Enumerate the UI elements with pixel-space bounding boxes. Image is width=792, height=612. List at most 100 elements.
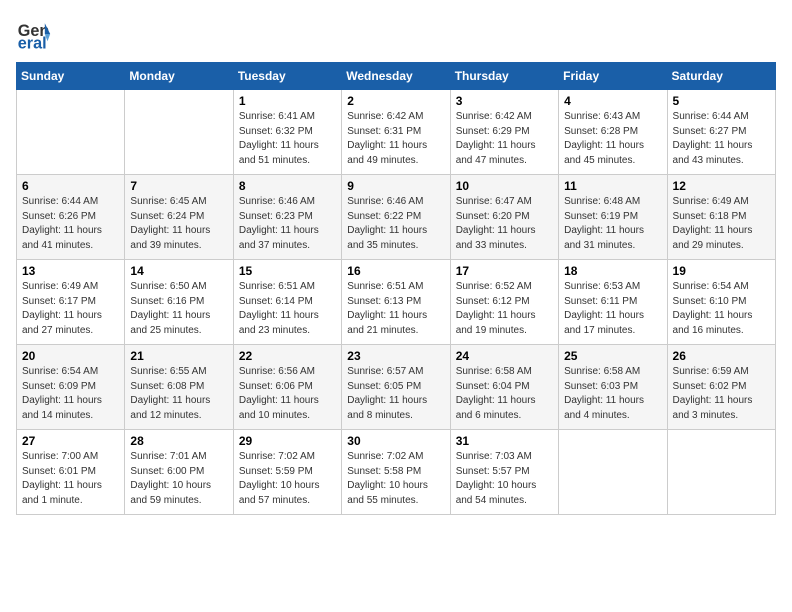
day-info: Sunrise: 6:52 AM Sunset: 6:12 PM Dayligh… [456,280,553,338]
day-header-thursday: Thursday [450,63,558,90]
day-number: 4 [564,94,661,108]
calendar-header-row: SundayMondayTuesdayWednesdayThursdayFrid… [17,63,776,90]
day-info: Sunrise: 6:45 AM Sunset: 6:24 PM Dayligh… [130,195,227,253]
calendar-cell: 6 Sunrise: 6:44 AM Sunset: 6:26 PM Daylig… [17,175,125,260]
logo: Gen eral [16,16,56,52]
calendar-cell: 10 Sunrise: 6:47 AM Sunset: 6:20 PM Dayli… [450,175,558,260]
day-number: 9 [347,179,444,193]
day-info: Sunrise: 6:44 AM Sunset: 6:27 PM Dayligh… [673,110,770,168]
calendar-cell: 17 Sunrise: 6:52 AM Sunset: 6:12 PM Dayli… [450,260,558,345]
day-number: 31 [456,434,553,448]
day-number: 13 [22,264,119,278]
day-info: Sunrise: 6:51 AM Sunset: 6:13 PM Dayligh… [347,280,444,338]
day-header-wednesday: Wednesday [342,63,450,90]
day-number: 29 [239,434,336,448]
day-number: 6 [22,179,119,193]
calendar-week-row: 20Sunrise: 6:54 AM Sunset: 6:09 PM Dayli… [17,345,776,430]
calendar-cell [17,90,125,175]
calendar-week-row: 13 Sunrise: 6:49 AM Sunset: 6:17 PM Dayli… [17,260,776,345]
day-info: Sunrise: 6:49 AM Sunset: 6:17 PM Dayligh… [22,280,119,338]
svg-text:eral: eral [18,34,47,52]
day-info: Sunrise: 6:41 AM Sunset: 6:32 PM Dayligh… [239,110,336,168]
day-number: 23 [347,349,444,363]
day-info: Sunrise: 6:44 AM Sunset: 6:26 PM Dayligh… [22,195,119,253]
calendar-cell: 1 Sunrise: 6:41 AM Sunset: 6:32 PM Daylig… [233,90,341,175]
page-header: Gen eral [16,16,776,52]
calendar-cell: 22 Sunrise: 6:56 AM Sunset: 6:06 PM Dayli… [233,345,341,430]
day-info: Sunrise: 6:54 AM Sunset: 6:09 PM Dayligh… [22,365,119,423]
day-info: Sunrise: 6:56 AM Sunset: 6:06 PM Dayligh… [239,365,336,423]
calendar-week-row: 27 Sunrise: 7:00 AM Sunset: 6:01 PM Dayli… [17,430,776,515]
day-info: Sunrise: 6:58 AM Sunset: 6:03 PM Dayligh… [564,365,661,423]
calendar-week-row: 6 Sunrise: 6:44 AM Sunset: 6:26 PM Daylig… [17,175,776,260]
calendar-cell: 27 Sunrise: 7:00 AM Sunset: 6:01 PM Dayli… [17,430,125,515]
day-header-saturday: Saturday [667,63,775,90]
calendar-cell: 2 Sunrise: 6:42 AM Sunset: 6:31 PM Daylig… [342,90,450,175]
day-number: 25 [564,349,661,363]
day-header-monday: Monday [125,63,233,90]
calendar-body: 1 Sunrise: 6:41 AM Sunset: 6:32 PM Daylig… [17,90,776,515]
day-info: Sunrise: 7:00 AM Sunset: 6:01 PM Dayligh… [22,450,119,508]
day-header-friday: Friday [559,63,667,90]
calendar-cell: 11Sunrise: 6:48 AM Sunset: 6:19 PM Dayli… [559,175,667,260]
day-info: Sunrise: 6:48 AM Sunset: 6:19 PM Dayligh… [564,195,661,253]
day-number: 26 [673,349,770,363]
calendar-cell: 29 Sunrise: 7:02 AM Sunset: 5:59 PM Dayli… [233,430,341,515]
calendar-cell: 13 Sunrise: 6:49 AM Sunset: 6:17 PM Dayli… [17,260,125,345]
calendar-cell: 18Sunrise: 6:53 AM Sunset: 6:11 PM Dayli… [559,260,667,345]
calendar-cell: 5 Sunrise: 6:44 AM Sunset: 6:27 PM Daylig… [667,90,775,175]
day-number: 8 [239,179,336,193]
day-number: 27 [22,434,119,448]
day-info: Sunrise: 6:42 AM Sunset: 6:31 PM Dayligh… [347,110,444,168]
day-info: Sunrise: 6:43 AM Sunset: 6:28 PM Dayligh… [564,110,661,168]
day-number: 3 [456,94,553,108]
calendar-cell: 21 Sunrise: 6:55 AM Sunset: 6:08 PM Dayli… [125,345,233,430]
day-info: Sunrise: 6:54 AM Sunset: 6:10 PM Dayligh… [673,280,770,338]
day-number: 15 [239,264,336,278]
day-info: Sunrise: 6:59 AM Sunset: 6:02 PM Dayligh… [673,365,770,423]
calendar-cell: 7 Sunrise: 6:45 AM Sunset: 6:24 PM Daylig… [125,175,233,260]
calendar-week-row: 1 Sunrise: 6:41 AM Sunset: 6:32 PM Daylig… [17,90,776,175]
day-number: 30 [347,434,444,448]
calendar-cell: 26 Sunrise: 6:59 AM Sunset: 6:02 PM Dayli… [667,345,775,430]
day-number: 21 [130,349,227,363]
day-number: 10 [456,179,553,193]
calendar-table: SundayMondayTuesdayWednesdayThursdayFrid… [16,62,776,515]
day-info: Sunrise: 7:01 AM Sunset: 6:00 PM Dayligh… [130,450,227,508]
day-number: 5 [673,94,770,108]
calendar-cell: 28 Sunrise: 7:01 AM Sunset: 6:00 PM Dayli… [125,430,233,515]
day-number: 1 [239,94,336,108]
day-info: Sunrise: 6:51 AM Sunset: 6:14 PM Dayligh… [239,280,336,338]
calendar-cell: 30 Sunrise: 7:02 AM Sunset: 5:58 PM Dayli… [342,430,450,515]
calendar-cell: 9Sunrise: 6:46 AM Sunset: 6:22 PM Daylig… [342,175,450,260]
calendar-cell [125,90,233,175]
day-info: Sunrise: 6:42 AM Sunset: 6:29 PM Dayligh… [456,110,553,168]
calendar-cell: 14Sunrise: 6:50 AM Sunset: 6:16 PM Dayli… [125,260,233,345]
calendar-cell: 24Sunrise: 6:58 AM Sunset: 6:04 PM Dayli… [450,345,558,430]
calendar-cell: 20Sunrise: 6:54 AM Sunset: 6:09 PM Dayli… [17,345,125,430]
calendar-cell [559,430,667,515]
day-info: Sunrise: 6:58 AM Sunset: 6:04 PM Dayligh… [456,365,553,423]
day-info: Sunrise: 6:46 AM Sunset: 6:23 PM Dayligh… [239,195,336,253]
day-header-tuesday: Tuesday [233,63,341,90]
calendar-cell [667,430,775,515]
day-number: 7 [130,179,227,193]
day-number: 28 [130,434,227,448]
day-info: Sunrise: 6:57 AM Sunset: 6:05 PM Dayligh… [347,365,444,423]
logo-icon: Gen eral [16,16,52,52]
calendar-cell: 16Sunrise: 6:51 AM Sunset: 6:13 PM Dayli… [342,260,450,345]
day-number: 22 [239,349,336,363]
day-number: 17 [456,264,553,278]
calendar-cell: 8 Sunrise: 6:46 AM Sunset: 6:23 PM Daylig… [233,175,341,260]
calendar-cell: 4 Sunrise: 6:43 AM Sunset: 6:28 PM Daylig… [559,90,667,175]
calendar-cell: 3 Sunrise: 6:42 AM Sunset: 6:29 PM Daylig… [450,90,558,175]
calendar-cell: 19Sunrise: 6:54 AM Sunset: 6:10 PM Dayli… [667,260,775,345]
day-info: Sunrise: 7:03 AM Sunset: 5:57 PM Dayligh… [456,450,553,508]
day-info: Sunrise: 6:53 AM Sunset: 6:11 PM Dayligh… [564,280,661,338]
day-info: Sunrise: 6:47 AM Sunset: 6:20 PM Dayligh… [456,195,553,253]
day-info: Sunrise: 7:02 AM Sunset: 5:58 PM Dayligh… [347,450,444,508]
day-info: Sunrise: 6:55 AM Sunset: 6:08 PM Dayligh… [130,365,227,423]
day-info: Sunrise: 7:02 AM Sunset: 5:59 PM Dayligh… [239,450,336,508]
day-info: Sunrise: 6:50 AM Sunset: 6:16 PM Dayligh… [130,280,227,338]
day-number: 2 [347,94,444,108]
